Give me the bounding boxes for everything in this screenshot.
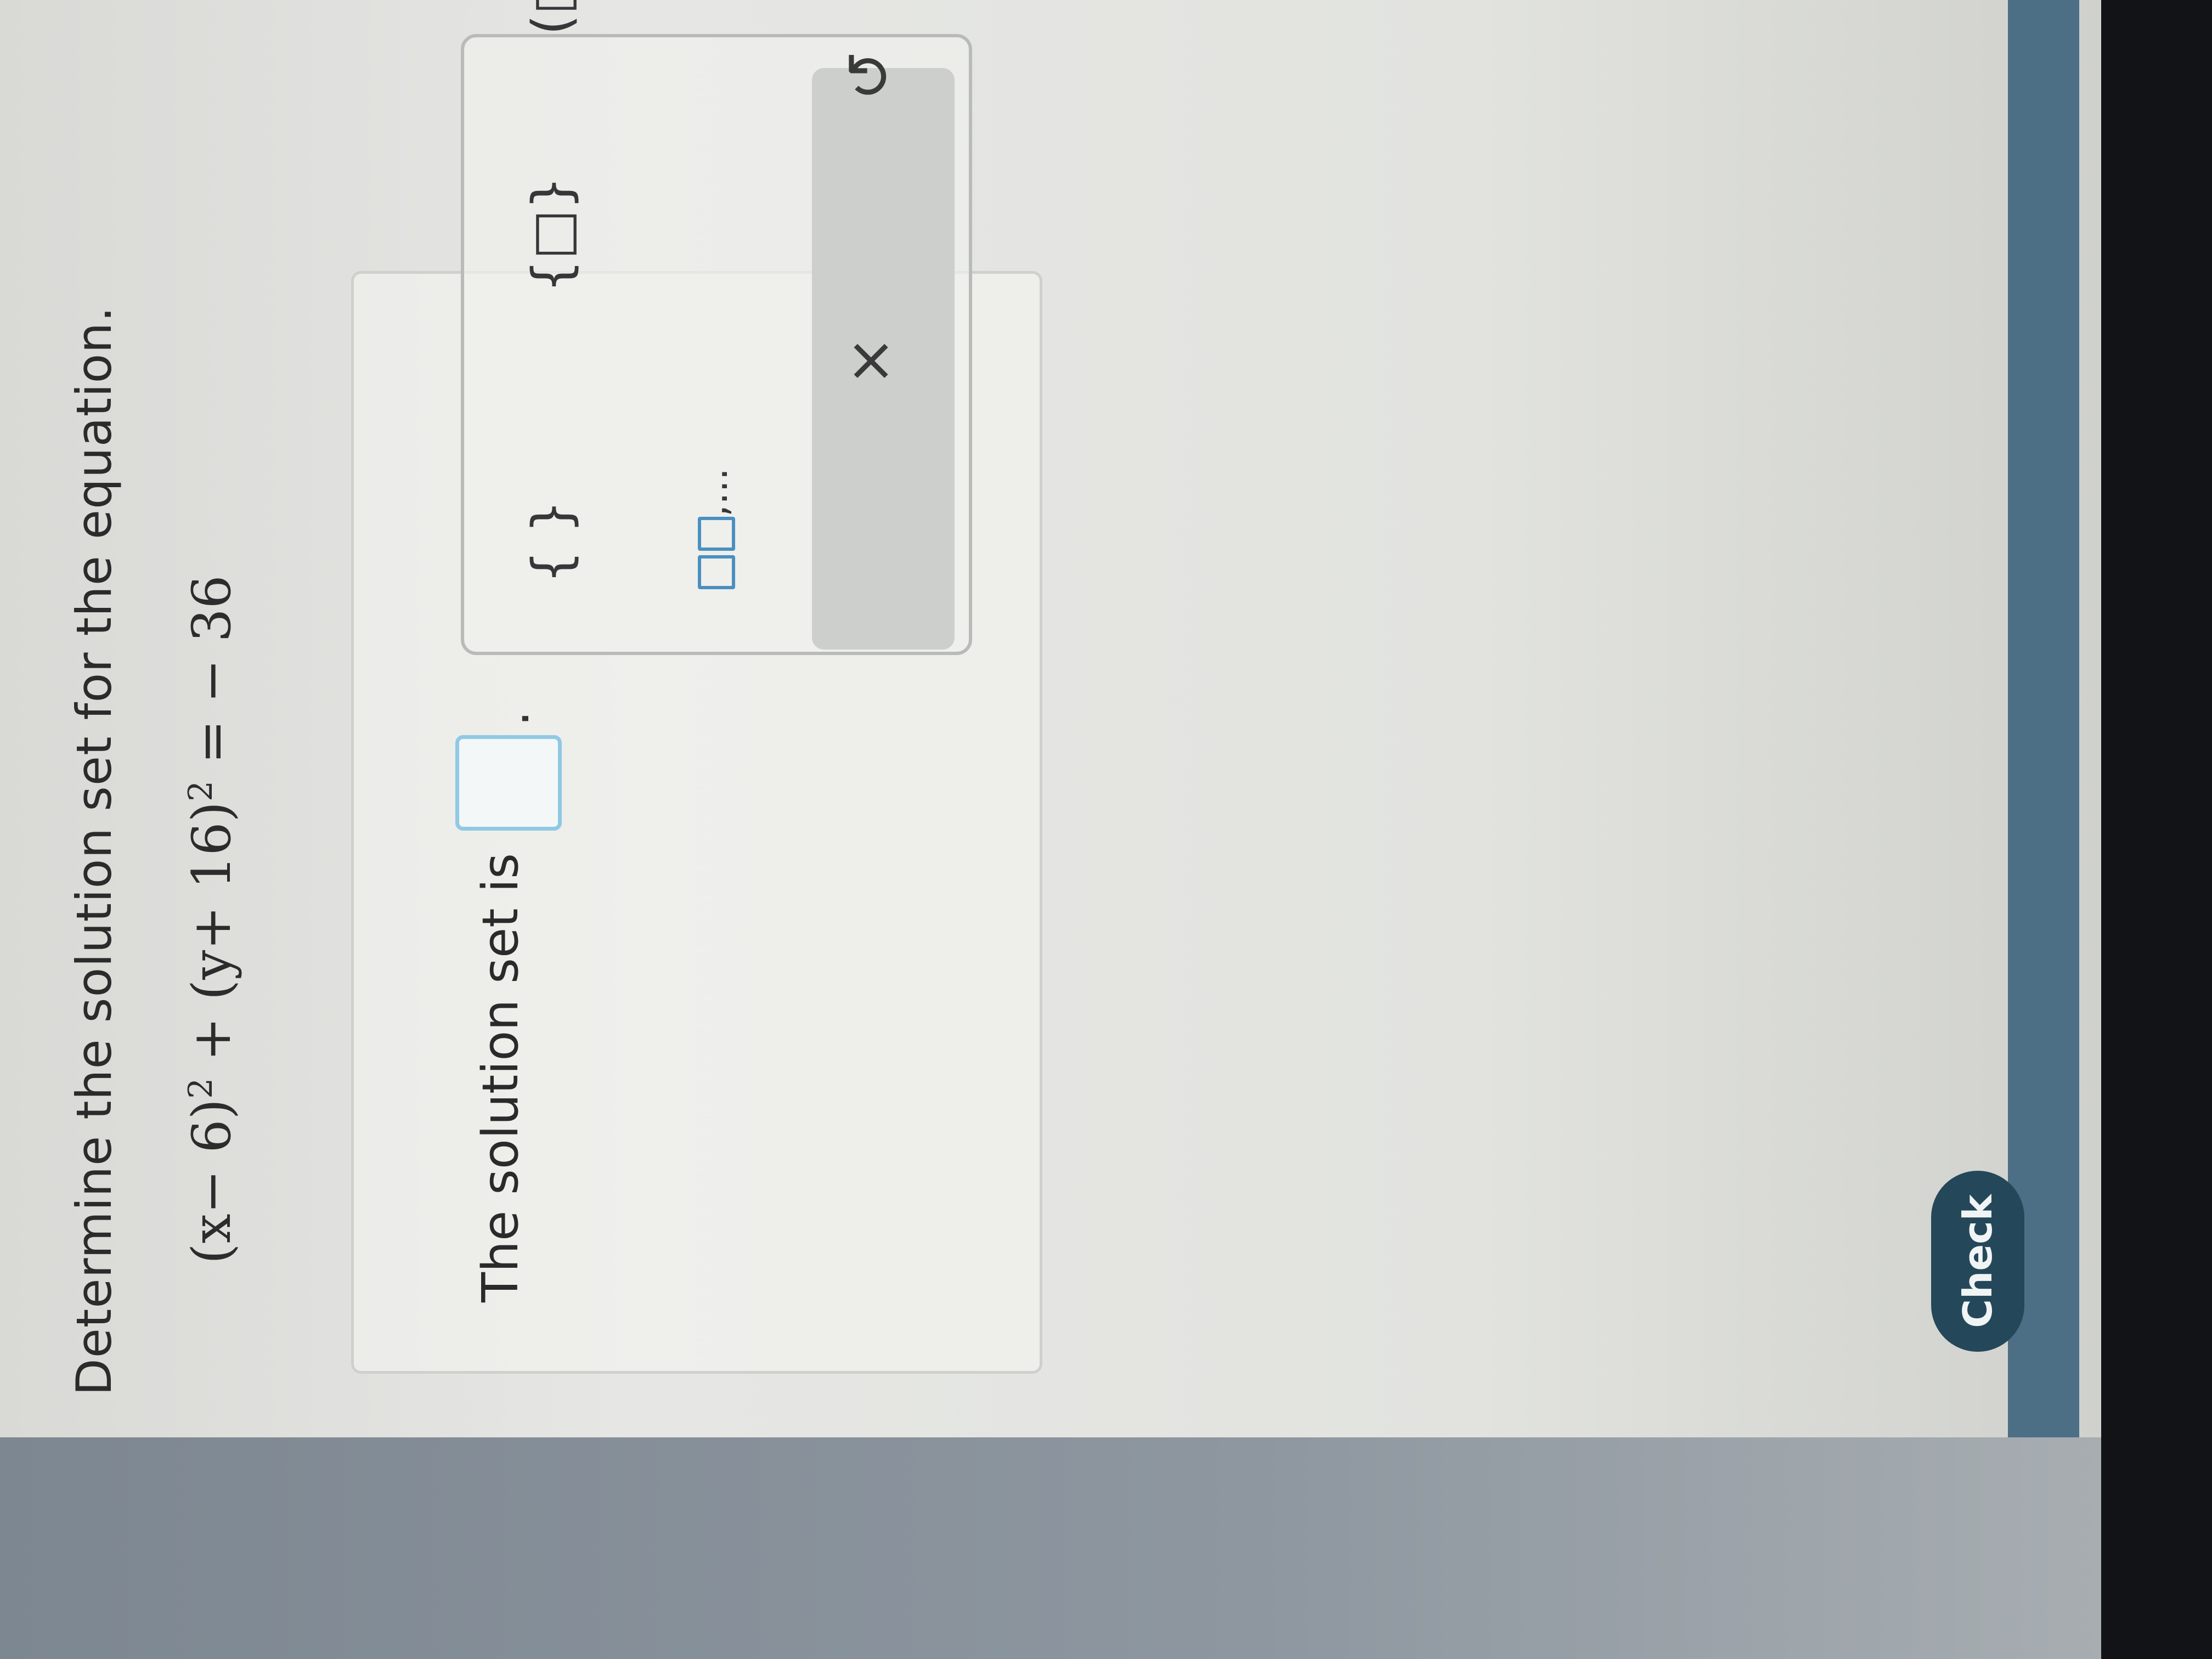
undo-icon[interactable]: ↺ (834, 50, 904, 101)
empty-set-button[interactable]: { } (521, 500, 583, 584)
question-title: Determine the solution set for the equat… (66, 306, 122, 1396)
answer-input[interactable] (455, 735, 562, 831)
check-button[interactable]: Check (1931, 1171, 2024, 1352)
equation: (x− 6)2 + (y+ 16)2 = − 36 (181, 575, 242, 1264)
list-button[interactable]: ,... (691, 468, 736, 589)
list-suffix: ,... (691, 467, 736, 517)
equation-rhs: = − 36 (181, 575, 242, 781)
ordered-pair-button[interactable]: (□,□) (521, 0, 583, 35)
equation-exponent-x: 2 (182, 1077, 220, 1099)
clear-button[interactable]: × (834, 336, 904, 386)
answer-period: . (483, 710, 540, 726)
answer-prompt: The solution set is (472, 853, 529, 1302)
question-page: Determine the solution set for the equat… (0, 0, 2212, 1659)
photo-background: Determine the solution set for the equat… (0, 0, 2212, 1659)
equation-term-y: (y+ 16) (181, 802, 242, 1001)
equation-plus: + (181, 1000, 242, 1078)
list-box-icon (697, 555, 735, 589)
equation-term-x: (x− 6) (181, 1098, 242, 1264)
set-braces-button[interactable]: {□} (521, 176, 583, 293)
equation-exponent-y: 2 (182, 780, 220, 802)
list-box-icon (697, 517, 735, 551)
